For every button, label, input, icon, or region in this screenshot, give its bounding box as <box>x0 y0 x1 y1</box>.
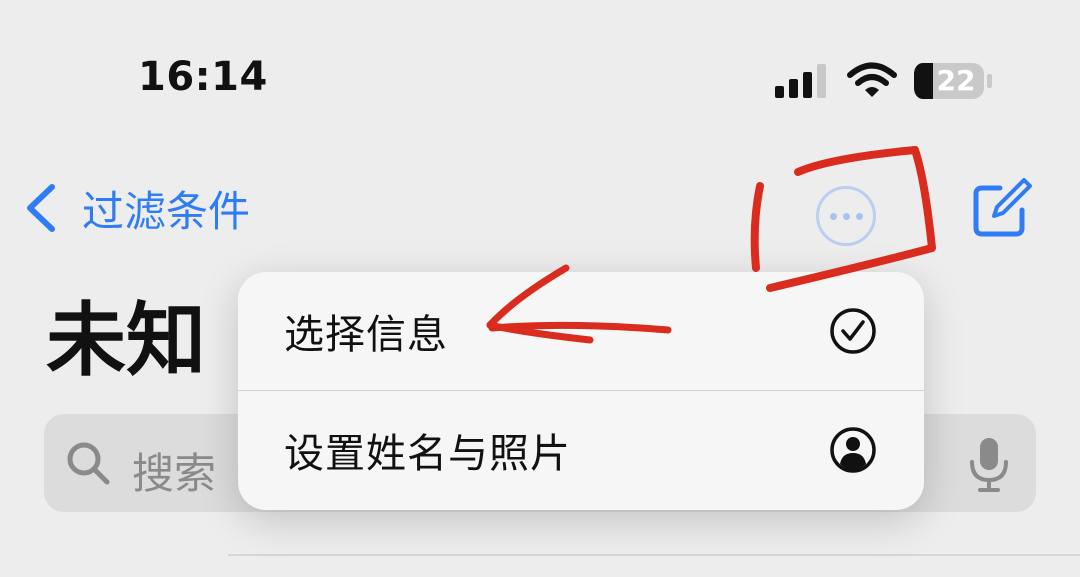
status-time: 16:14 <box>138 54 268 100</box>
wifi-icon <box>847 62 897 97</box>
context-menu: 选择信息 设置姓名与照片 <box>238 272 924 510</box>
mic-icon[interactable] <box>968 436 1010 492</box>
menu-item-set-name-photo[interactable]: 设置姓名与照片 <box>238 391 924 509</box>
menu-item-label: 选择信息 <box>284 312 448 358</box>
checkmark-circle-icon <box>830 308 876 354</box>
page-title: 未知 <box>46 294 206 387</box>
list-divider <box>228 554 1080 556</box>
person-circle-icon <box>830 427 876 473</box>
back-button[interactable]: 过滤条件 <box>22 180 250 236</box>
search-icon <box>67 442 110 485</box>
signal-icon <box>775 64 826 98</box>
compose-icon[interactable] <box>970 178 1032 240</box>
search-placeholder: 搜索 <box>132 449 217 498</box>
chevron-left-icon <box>27 184 55 232</box>
menu-item-label: 设置姓名与照片 <box>284 431 571 477</box>
ellipsis-dot <box>829 212 837 220</box>
more-button[interactable] <box>816 186 876 246</box>
ellipsis-dot <box>842 212 850 220</box>
back-label: 过滤条件 <box>82 186 251 236</box>
ellipsis-dot <box>855 212 863 220</box>
battery-icon: 22 <box>913 62 993 100</box>
menu-item-select-messages[interactable]: 选择信息 <box>238 272 924 390</box>
battery-level: 22 <box>936 64 976 97</box>
